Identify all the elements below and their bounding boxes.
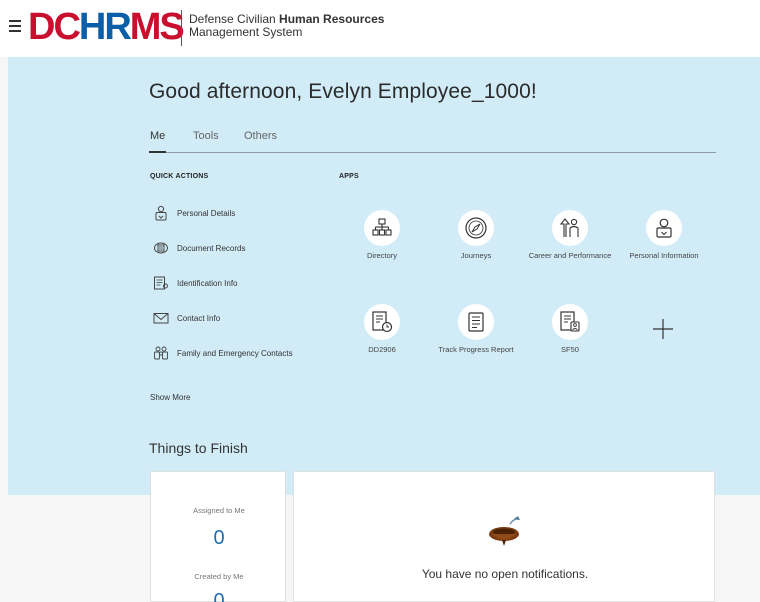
app-career-and-performance[interactable]: Career and Performance — [525, 210, 615, 260]
id-card-icon — [154, 276, 168, 290]
family-icon — [154, 346, 168, 360]
quick-action-personal-details[interactable]: Personal Details — [153, 203, 235, 223]
org-name: Defense Civilian Human Resources Managem… — [189, 13, 384, 39]
logo-dc: DC — [28, 6, 81, 48]
app-icon-circle — [552, 210, 588, 246]
report-list-icon — [468, 312, 484, 332]
hamburger-menu-icon[interactable] — [9, 20, 21, 34]
show-more-link[interactable]: Show More — [150, 393, 190, 402]
app-directory[interactable]: Directory — [337, 210, 427, 260]
org-name-line2: Management System — [189, 25, 303, 39]
app-icon-circle — [552, 304, 588, 340]
form-person-icon — [560, 311, 580, 332]
career-growth-icon — [559, 218, 579, 237]
person-id-icon — [656, 218, 672, 238]
notifications-card: You have no open notifications. — [293, 471, 715, 602]
app-personal-information[interactable]: Personal Information — [619, 210, 709, 260]
plus-icon[interactable] — [652, 318, 674, 340]
app-icon-circle — [646, 210, 682, 246]
compass-icon — [465, 217, 487, 239]
app-label: SF50 — [561, 345, 579, 354]
no-notifications-message: You have no open notifications. — [421, 567, 589, 581]
logo-hr: HR — [78, 6, 132, 48]
app-journeys[interactable]: Journeys — [431, 210, 521, 260]
empty-nest-icon — [489, 516, 520, 546]
apps-heading: APPS — [339, 173, 359, 180]
app-sf50[interactable]: SF50 — [525, 304, 615, 354]
logo-ms: MS — [129, 6, 185, 48]
app-icon-circle — [458, 304, 494, 340]
app-label: Directory — [366, 251, 397, 260]
quick-action-identification-info[interactable]: Identification Info — [153, 273, 237, 293]
person-badge-icon — [155, 205, 167, 221]
things-to-finish-heading: Things to Finish — [149, 440, 248, 456]
app-icon-circle — [458, 210, 494, 246]
quick-action-label: Identification Info — [177, 278, 238, 288]
page: DCHRMS Defense Civilian Human Resources … — [0, 0, 760, 602]
envelope-icon — [153, 313, 169, 324]
app-label: Career and Performance — [528, 251, 612, 260]
assigned-to-me-label: Assigned to Me — [193, 506, 245, 515]
created-by-me-label: Created by Me — [194, 572, 244, 581]
tab-tools[interactable]: Tools — [193, 130, 219, 153]
task-counts-card: Assigned to Me 0 Created by Me 0 — [150, 471, 286, 602]
greeting-title: Good afternoon, Evelyn Employee_1000! — [149, 80, 537, 103]
app-icon-circle — [364, 304, 400, 340]
app-label: Personal Information — [629, 251, 699, 260]
org-name-line1: Defense Civilian — [189, 12, 280, 26]
org-name-line1-bold: Human Resources — [279, 12, 385, 26]
quick-action-document-records[interactable]: Document Records — [153, 238, 245, 258]
document-stack-icon — [154, 242, 168, 254]
quick-action-label: Personal Details — [177, 208, 236, 218]
quick-action-contact-info[interactable]: Contact Info — [153, 308, 220, 328]
quick-action-family-emergency-contacts[interactable]: Family and Emergency Contacts — [153, 343, 293, 363]
form-clock-icon — [372, 311, 393, 333]
tab-others[interactable]: Others — [244, 130, 277, 153]
app-label: DD2906 — [368, 345, 396, 354]
quick-action-label: Contact Info — [177, 313, 221, 323]
app-label: Journeys — [460, 251, 492, 260]
app-icon-circle — [364, 210, 400, 246]
quick-action-label: Family and Emergency Contacts — [177, 348, 293, 358]
quick-actions-heading: QUICK ACTIONS — [150, 173, 209, 180]
app-header: DCHRMS Defense Civilian Human Resources … — [0, 0, 760, 57]
tab-bar: Me Tools Others — [149, 130, 716, 153]
assigned-to-me-count[interactable]: 0 — [151, 527, 287, 550]
org-chart-icon — [372, 218, 392, 236]
quick-action-label: Document Records — [177, 243, 246, 253]
welcome-panel — [8, 57, 760, 495]
logo-divider — [181, 10, 182, 46]
tab-me[interactable]: Me — [149, 130, 167, 153]
app-label: Track Progress Report — [438, 345, 514, 354]
app-dd2906[interactable]: DD2906 — [337, 304, 427, 354]
created-by-me-count[interactable]: 0 — [151, 590, 287, 602]
dchrms-logo[interactable]: DCHRMS — [28, 6, 185, 48]
app-track-progress-report[interactable]: Track Progress Report — [431, 304, 521, 354]
